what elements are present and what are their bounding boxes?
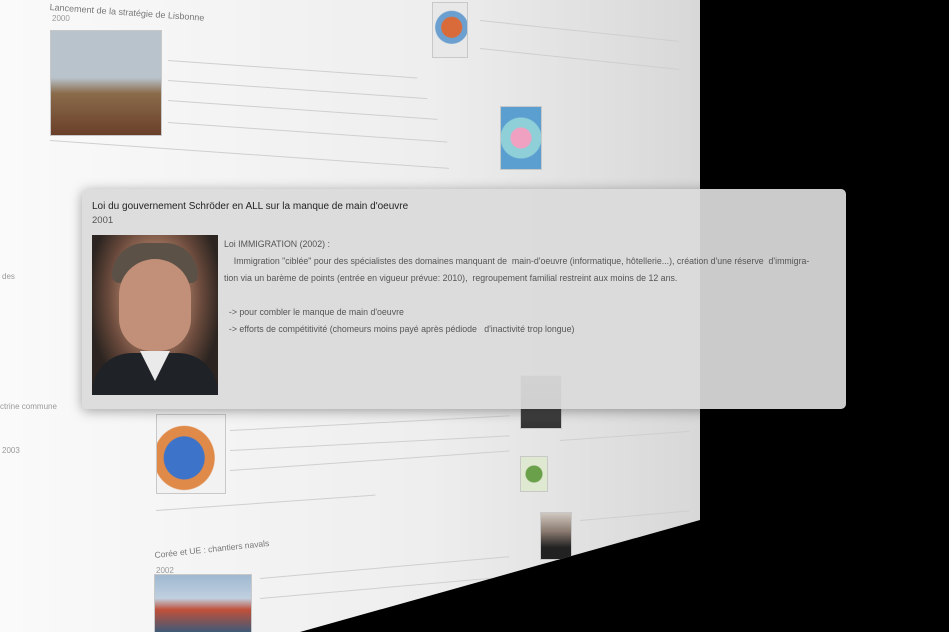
protest-thumbnail <box>50 30 162 136</box>
person-portrait-image <box>92 235 218 395</box>
text-line <box>155 494 376 511</box>
text-line <box>259 556 510 579</box>
text-line <box>579 510 690 521</box>
ship-thumbnail <box>154 574 252 632</box>
left-edge-label-3: 2003 <box>2 446 20 455</box>
text-line <box>167 80 428 100</box>
background-heading: Lancement de la stratégie de Lisbonne <box>49 2 205 23</box>
europe-map-thumbnail <box>156 414 226 494</box>
text-line <box>167 100 438 120</box>
left-edge-label-1: des <box>2 272 15 281</box>
person-thumbnail <box>540 512 572 560</box>
event-title: Loi du gouvernement Schröder en ALL sur … <box>92 201 409 212</box>
left-edge-label-2: ctrine commune <box>0 402 57 411</box>
text-line <box>559 430 690 441</box>
text-line <box>229 415 510 431</box>
map-thumbnail <box>500 106 542 170</box>
background-heading-year: 2000 <box>52 14 70 23</box>
green-logo-thumbnail <box>520 456 548 492</box>
text-line <box>229 450 510 471</box>
event-description: Loi IMMIGRATION (2002) : Immigration "ci… <box>224 236 834 338</box>
text-line <box>167 122 448 143</box>
text-line <box>167 60 418 79</box>
event-detail-panel: Loi du gouvernement Schröder en ALL sur … <box>82 189 846 409</box>
timeline-viewport: Lancement de la stratégie de Lisbonne 20… <box>0 0 949 632</box>
description-line: -> pour combler le manque de main d'oeuv… <box>224 307 404 317</box>
text-line <box>479 48 679 70</box>
text-line <box>229 435 510 451</box>
text-line <box>259 576 510 599</box>
chart-thumbnail <box>432 2 468 58</box>
description-line: tion via un barème de points (entrée en … <box>224 273 678 283</box>
description-line: Loi IMMIGRATION (2002) : <box>224 239 330 249</box>
lower-heading: Corée et UE : chantiers navals <box>154 537 270 560</box>
portrait-face <box>119 259 191 351</box>
text-line <box>49 140 450 169</box>
description-line: -> efforts de compétitivité (chomeurs mo… <box>224 324 575 334</box>
description-line <box>224 287 834 304</box>
description-line: Immigration "ciblée" pour des spécialist… <box>224 256 810 266</box>
text-line <box>479 20 679 42</box>
event-date: 2001 <box>92 215 114 226</box>
